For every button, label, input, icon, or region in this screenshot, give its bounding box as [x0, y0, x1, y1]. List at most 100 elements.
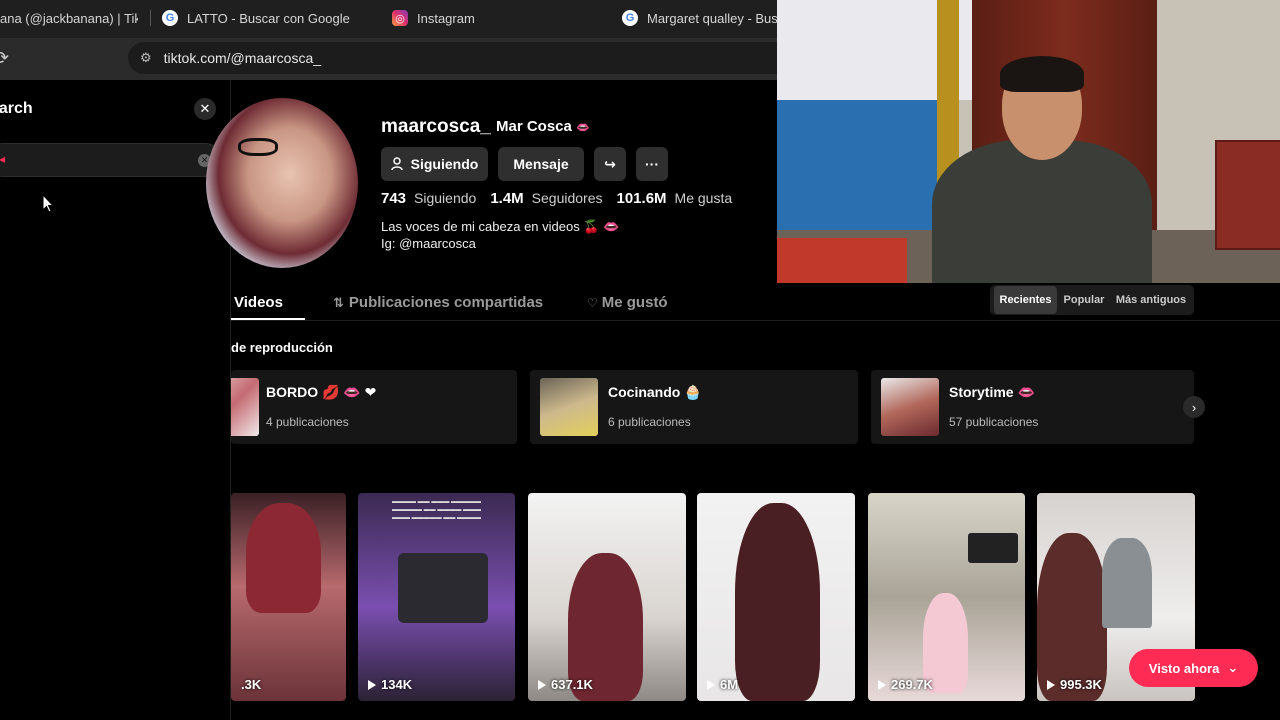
profile-avatar[interactable] — [206, 98, 358, 268]
video-card[interactable]: .3K — [231, 493, 346, 701]
following-count: 743 — [381, 190, 407, 207]
playlist-count: 6 publicaciones — [608, 415, 691, 429]
video-views-count: .3K — [241, 677, 262, 692]
nickname-text: Mar Cosca — [496, 118, 572, 135]
playlist-name: Storytime 👄 — [949, 384, 1035, 400]
video-views: 269.7K — [878, 677, 933, 692]
chevron-right-icon: › — [1191, 399, 1197, 415]
video-views-count: 6M — [720, 677, 739, 692]
followers-count-label: Seguidores — [531, 190, 603, 206]
video-views: 995.3K — [1047, 677, 1102, 692]
search-caret-icon: ◂ — [0, 152, 6, 166]
visto-ahora-label: Visto ahora — [1148, 660, 1220, 676]
video-figure — [735, 503, 820, 701]
sort-recent-button[interactable]: Recientes — [994, 286, 1057, 314]
video-mirror — [1102, 538, 1152, 628]
site-settings-icon[interactable]: ⚙ — [140, 50, 152, 66]
tab-title: Instagram — [417, 10, 475, 26]
webcam-dresser — [1215, 140, 1280, 250]
playlist-thumbnail — [881, 378, 939, 436]
video-views-count: 269.7K — [891, 677, 933, 692]
search-panel: earch ✕ ◂ ✕ — [0, 80, 231, 720]
tab-liked[interactable]: ♡ Me gustó — [587, 294, 668, 311]
video-views-count: 637.1K — [551, 677, 593, 692]
close-search-button[interactable]: ✕ — [194, 98, 216, 120]
webcam-overlay — [777, 0, 1280, 283]
video-views: .3K — [241, 677, 261, 692]
browser-tab-tiktok[interactable]: ana (@jackbanana) | TikTo — [0, 0, 138, 36]
webcam-person — [927, 56, 1157, 283]
followers-count: 1.4M — [490, 190, 524, 207]
tab-reposts[interactable]: ⇅ Publicaciones compartidas — [333, 294, 543, 311]
play-icon — [707, 679, 715, 690]
video-caption-overlay: ▬▬▬▬ ▬▬ ▬▬▬ ▬▬▬▬▬ ▬▬▬▬▬ ▬▬ ▬▬▬▬ ▬▬▬ ▬▬▬ ▬▬… — [391, 499, 481, 521]
sort-popular-button[interactable]: Popular — [1061, 286, 1107, 314]
video-figure — [1037, 533, 1107, 701]
profile-bio-line1: Las voces de mi cabeza en videos 🍒 👄 — [381, 219, 620, 234]
url-field[interactable]: ⚙ tiktok.com/@maarcosca_ — [128, 42, 818, 74]
mouse-cursor-icon — [42, 194, 54, 213]
tab-videos[interactable]: Videos — [234, 294, 283, 311]
url-text: tiktok.com/@maarcosca_ — [163, 50, 322, 66]
tab-title: LATTO - Buscar con Google — [187, 10, 350, 26]
user-check-icon — [390, 157, 403, 171]
close-icon: ✕ — [199, 101, 211, 116]
play-icon — [1047, 679, 1055, 690]
browser-tab-margaret[interactable]: G Margaret qualley - Busca — [622, 0, 777, 36]
tab-liked-label: Me gustó — [601, 294, 668, 311]
video-figure — [246, 503, 321, 613]
video-views-count: 134K — [381, 677, 413, 692]
video-views-count: 995.3K — [1060, 677, 1102, 692]
playlist-count: 57 publicaciones — [949, 415, 1039, 429]
tab-title: ana (@jackbanana) | TikTo — [0, 10, 138, 26]
sort-oldest-button[interactable]: Más antiguos — [1112, 286, 1190, 314]
person-shirt — [932, 140, 1152, 283]
video-card[interactable]: ▬▬▬▬ ▬▬ ▬▬▬ ▬▬▬▬▬ ▬▬▬▬▬ ▬▬ ▬▬▬▬ ▬▬▬ ▬▬▬ ▬▬… — [358, 493, 515, 701]
profile-stats: 743 Siguiendo 1.4M Seguidores 101.6M Me … — [381, 190, 738, 207]
google-icon: G — [622, 10, 638, 26]
likes-count-label: Me gusta — [674, 190, 733, 206]
playlist-card[interactable]: Storytime 👄 57 publicaciones — [871, 370, 1194, 444]
video-light-panel — [968, 533, 1018, 563]
tab-title: Margaret qualley - Busca — [647, 10, 777, 26]
playlists-heading: de reproducción — [231, 340, 333, 355]
tab-reposts-label: Publicaciones compartidas — [348, 294, 544, 311]
search-input[interactable]: ◂ ✕ — [0, 143, 222, 177]
playlist-count: 4 publicaciones — [266, 415, 349, 429]
profile-username: maarcosca_ — [381, 116, 491, 137]
share-button[interactable]: ↪ — [594, 147, 626, 181]
playlist-card[interactable]: BORDO 💋 👄 ❤ 4 publicaciones — [231, 370, 517, 444]
lips-emoji-icon: 👄 — [576, 122, 590, 134]
person-hair — [1000, 56, 1084, 92]
heart-icon: ♡ — [587, 295, 598, 310]
message-button[interactable]: Mensaje — [498, 147, 584, 181]
following-button[interactable]: Siguiendo — [381, 147, 488, 181]
video-card[interactable]: 269.7K — [868, 493, 1025, 701]
playlist-thumbnail — [540, 378, 598, 436]
video-figure — [398, 553, 488, 623]
video-views: 134K — [368, 677, 412, 692]
video-views: 637.1K — [538, 677, 593, 692]
avatar-glasses — [238, 138, 278, 156]
play-icon — [878, 679, 886, 690]
message-label: Mensaje — [513, 156, 569, 172]
instagram-icon: ◎ — [392, 10, 408, 26]
playlist-name: BORDO 💋 👄 ❤ — [266, 384, 377, 400]
webcam-desk — [777, 238, 907, 283]
profile-bio-line2: Ig: @maarcosca — [381, 236, 476, 251]
video-views: 6M — [707, 677, 738, 692]
search-panel-title: earch — [0, 100, 33, 117]
visto-ahora-button[interactable]: Visto ahora ⌄ — [1129, 649, 1258, 687]
more-options-button[interactable]: ··· — [636, 147, 668, 181]
play-icon — [538, 679, 546, 690]
play-icon — [368, 679, 376, 690]
playlists-next-button[interactable]: › — [1183, 396, 1205, 418]
video-card[interactable]: 637.1K — [528, 493, 686, 701]
video-card[interactable]: 6M — [697, 493, 855, 701]
google-icon: G — [162, 10, 178, 26]
browser-tab-instagram[interactable]: ◎ Instagram — [392, 0, 602, 36]
reload-icon[interactable]: ⟳ — [0, 48, 9, 69]
browser-tab-latto[interactable]: G LATTO - Buscar con Google — [162, 0, 372, 36]
playlist-card[interactable]: Cocinando 🧁 6 publicaciones — [530, 370, 858, 444]
repost-icon: ⇅ — [333, 294, 344, 310]
